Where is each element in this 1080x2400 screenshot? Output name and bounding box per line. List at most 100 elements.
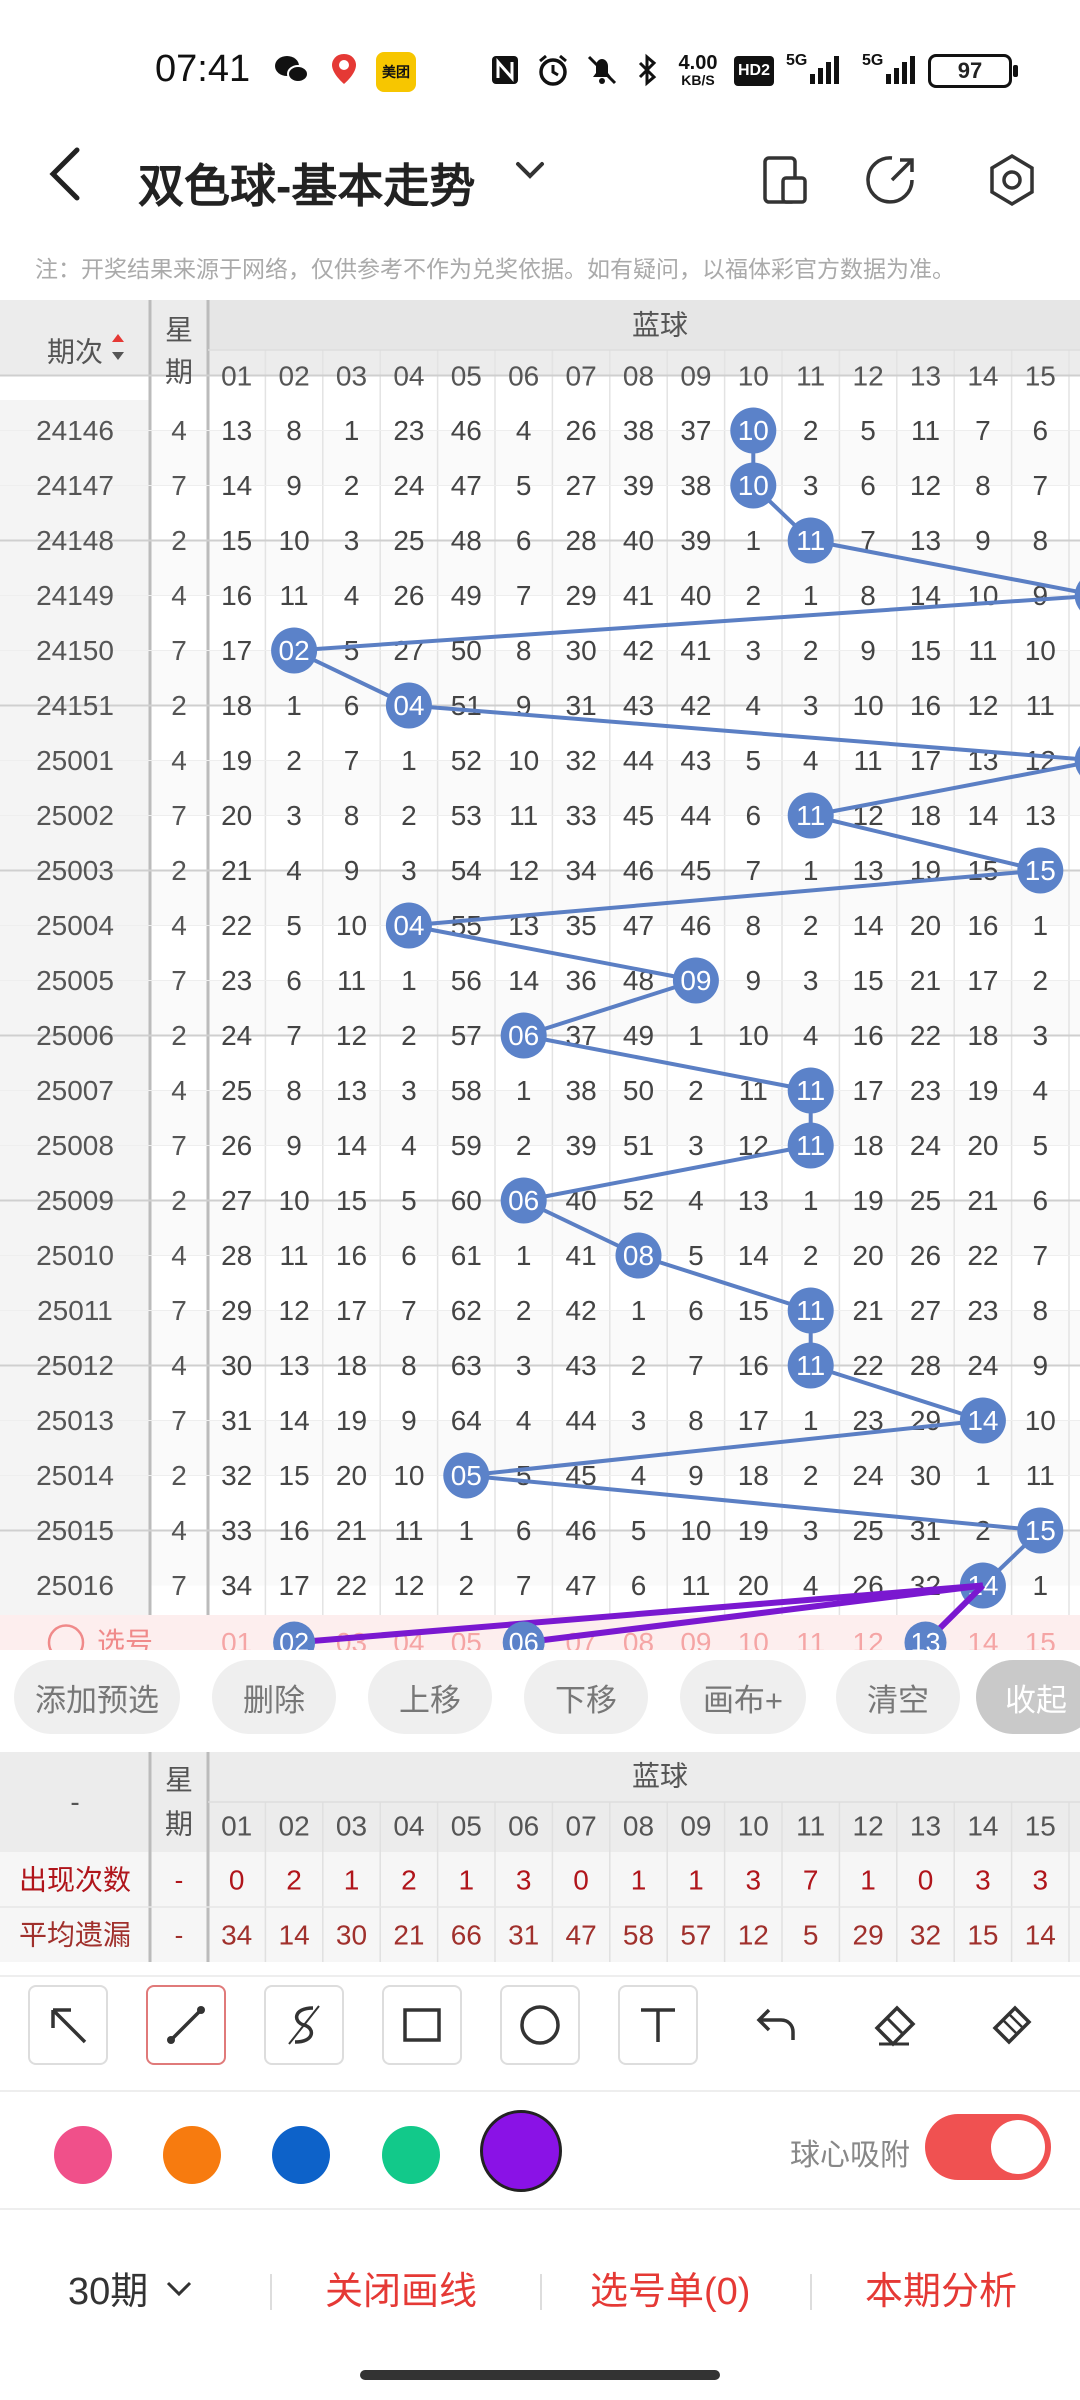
grid-cell: 19 bbox=[738, 1515, 769, 1546]
grid-cell: 18 bbox=[910, 800, 941, 831]
bluetooth-icon bbox=[634, 52, 660, 88]
select-row-label: 选号 bbox=[97, 1627, 153, 1650]
text-tool-button[interactable] bbox=[618, 1985, 698, 2065]
grid-cell: 2 bbox=[1033, 965, 1049, 996]
circle-tool-button[interactable] bbox=[500, 1985, 580, 2065]
avg-miss-value: 34 bbox=[221, 1920, 252, 1951]
clear-brush-button[interactable] bbox=[972, 1985, 1052, 2065]
eraser-button[interactable] bbox=[854, 1985, 934, 2065]
grid-cell: 4 bbox=[286, 855, 302, 886]
grid-cell: 1 bbox=[803, 580, 819, 611]
grid-cell: 8 bbox=[746, 910, 762, 941]
line-tool-button[interactable] bbox=[146, 1985, 226, 2065]
color-swatch-orange[interactable] bbox=[163, 2126, 221, 2184]
grid-cell: 11 bbox=[1026, 690, 1055, 721]
grid-cell: 20 bbox=[967, 1130, 998, 1161]
grid-cell: 1 bbox=[401, 965, 417, 996]
add-preselect-button[interactable]: 添加预选 bbox=[14, 1660, 180, 1734]
avg-miss-value: 15 bbox=[967, 1920, 998, 1951]
grid-cell: 8 bbox=[516, 635, 532, 666]
row-period: 25005 bbox=[36, 965, 114, 996]
grid-cell: 2 bbox=[286, 745, 302, 776]
settings-button[interactable] bbox=[982, 150, 1042, 210]
undo-icon bbox=[756, 2008, 795, 2040]
period-selector[interactable]: 30期 bbox=[68, 2260, 196, 2315]
grid-cell: 18 bbox=[967, 1020, 998, 1051]
grid-cell: 21 bbox=[967, 1185, 998, 1216]
curve-tool-button[interactable] bbox=[264, 1985, 344, 2065]
grid-cell: 16 bbox=[738, 1350, 769, 1381]
grid-cell: 13 bbox=[336, 1075, 367, 1106]
grid-cell: 10 bbox=[1025, 635, 1056, 666]
hit-ball-label: 11 bbox=[796, 800, 825, 831]
column-header-number: 05 bbox=[451, 361, 482, 392]
grid-cell: 44 bbox=[623, 745, 654, 776]
canvas-plus-button[interactable]: 画布+ bbox=[680, 1660, 806, 1734]
row-week: 7 bbox=[171, 965, 187, 996]
home-indicator[interactable] bbox=[360, 2370, 720, 2380]
move-up-button[interactable]: 上移 bbox=[368, 1660, 492, 1734]
grid-cell: 10 bbox=[738, 1020, 769, 1051]
select-number: 11 bbox=[796, 1627, 825, 1650]
selection-list-button[interactable]: 选号单(0) bbox=[590, 2260, 750, 2315]
arrow-tool-button[interactable] bbox=[28, 1985, 108, 2065]
grid-cell: 6 bbox=[401, 1240, 417, 1271]
delete-button[interactable]: 删除 bbox=[212, 1660, 336, 1734]
net-speed: 4.00 KB/S bbox=[678, 52, 718, 88]
appear-count-value: 7 bbox=[803, 1865, 819, 1896]
grid-cell: 28 bbox=[221, 1240, 252, 1271]
grid-cell: 9 bbox=[286, 1130, 302, 1161]
rectangle-tool-button[interactable] bbox=[382, 1985, 462, 2065]
grid-cell: 49 bbox=[623, 1020, 654, 1051]
grid-cell: 1 bbox=[516, 1240, 532, 1271]
grid-cell: 9 bbox=[401, 1405, 417, 1436]
grid-cell: 43 bbox=[623, 690, 654, 721]
grid-cell: 2 bbox=[803, 1460, 819, 1491]
phone-switch-button[interactable] bbox=[755, 150, 815, 210]
grid-cell: 25 bbox=[393, 525, 424, 556]
grid-cell: 14 bbox=[221, 470, 252, 501]
share-button[interactable] bbox=[862, 150, 922, 210]
row-week: 7 bbox=[171, 470, 187, 501]
back-button[interactable] bbox=[45, 142, 105, 222]
undo-button[interactable] bbox=[736, 1985, 816, 2065]
grid-cell: 24 bbox=[221, 1020, 252, 1051]
trend-grid[interactable]: 期次星期蓝球 01 02 03 04 05 06 07 08 09 10 11 12 13 14 15 2414… bbox=[0, 300, 1080, 1650]
period-analysis-button[interactable]: 本期分析 bbox=[865, 2260, 1017, 2315]
page-title[interactable]: 双色球-基本走势 bbox=[138, 150, 475, 216]
column-header-number: 02 bbox=[279, 361, 310, 392]
settings-icon bbox=[990, 153, 1034, 207]
column-header-week: 星 bbox=[165, 315, 193, 346]
column-header-number: 06 bbox=[508, 361, 539, 392]
row-week: 2 bbox=[171, 1185, 187, 1216]
grid-cell: 50 bbox=[623, 1075, 654, 1106]
hit-ball-label: 15 bbox=[1025, 855, 1056, 886]
color-swatch-blue[interactable] bbox=[272, 2126, 330, 2184]
grid-cell: 36 bbox=[566, 965, 597, 996]
clock: 07:41 bbox=[155, 48, 251, 90]
grid-cell: 4 bbox=[344, 580, 360, 611]
title-dropdown[interactable] bbox=[510, 150, 550, 200]
signal-icon-2: 5G bbox=[862, 52, 922, 88]
grid-cell: 6 bbox=[688, 1295, 704, 1326]
clear-button[interactable]: 清空 bbox=[836, 1660, 960, 1734]
collapse-button[interactable]: 收起 bbox=[976, 1660, 1080, 1734]
color-swatch-green[interactable] bbox=[382, 2126, 440, 2184]
column-header-period: 期次 bbox=[47, 337, 103, 368]
close-drawing-button[interactable]: 关闭画线 bbox=[325, 2260, 477, 2315]
avg-miss-value: 29 bbox=[853, 1920, 884, 1951]
grid-cell: 5 bbox=[516, 470, 532, 501]
grid-cell: 9 bbox=[1033, 1350, 1049, 1381]
grid-cell: 3 bbox=[803, 965, 819, 996]
grid-cell: 2 bbox=[975, 1515, 991, 1546]
avg-miss-value: 30 bbox=[336, 1920, 367, 1951]
color-swatch-purple-selected[interactable] bbox=[480, 2110, 562, 2192]
trend-grid-canvas[interactable]: 期次星期蓝球01 02 03 04 05 06 07 08 09 10 11 12 13 14 152414… bbox=[0, 300, 1080, 1650]
grid-cell: 27 bbox=[393, 635, 424, 666]
move-down-button[interactable]: 下移 bbox=[524, 1660, 648, 1734]
snap-toggle[interactable] bbox=[925, 2114, 1051, 2180]
color-swatch-pink[interactable] bbox=[54, 2126, 112, 2184]
row-period: 25004 bbox=[36, 910, 114, 941]
grid-cell: 1 bbox=[401, 745, 417, 776]
grid-cell: 20 bbox=[336, 1460, 367, 1491]
